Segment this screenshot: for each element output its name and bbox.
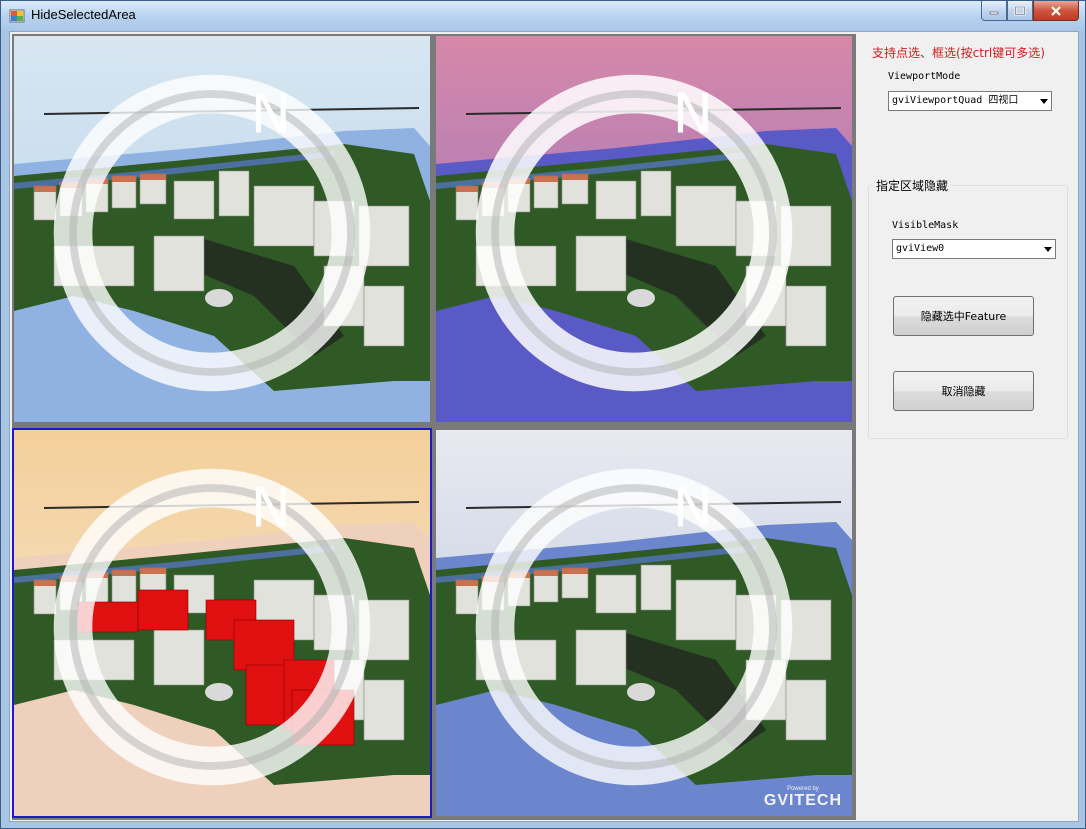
viewport-1[interactable]: N (434, 34, 854, 424)
dropdown-arrow-icon (1044, 247, 1052, 252)
app-window: HideSelectedArea N N N N Powered by GVIT… (0, 0, 1086, 829)
compass-icon[interactable]: N (12, 40, 420, 424)
hide-area-group-title: 指定区域隐藏 (873, 177, 952, 194)
selection-hint: 支持点选、框选(按ctrl键可多选) (872, 46, 1045, 60)
svg-text:N: N (673, 83, 713, 146)
viewport-mode-value: gviViewportQuad 四视口 (892, 95, 1019, 106)
minimize-button[interactable] (981, 1, 1007, 21)
close-icon (1051, 5, 1061, 16)
svg-text:N: N (251, 83, 291, 146)
title-bar[interactable]: HideSelectedArea (1, 1, 1085, 31)
maximize-icon (1014, 5, 1026, 15)
minimize-icon (989, 11, 999, 14)
viewport-mode-select[interactable]: gviViewportQuad 四视口 (888, 91, 1052, 111)
viewport-3[interactable]: N Powered by GVITECH (434, 428, 854, 818)
svg-text:N: N (673, 477, 713, 540)
cancel-hide-button[interactable]: 取消隐藏 (893, 371, 1034, 411)
app-icon (9, 9, 25, 23)
window-title: HideSelectedArea (31, 7, 136, 22)
compass-icon[interactable]: N (434, 40, 842, 424)
viewport-0[interactable]: N (12, 34, 432, 424)
control-panel: 支持点选、框选(按ctrl键可多选) ViewportMode gviViewp… (864, 32, 1078, 822)
svg-text:N: N (251, 477, 291, 540)
close-button[interactable] (1033, 1, 1079, 21)
visible-mask-select[interactable]: gviView0 (892, 239, 1056, 259)
compass-icon[interactable]: N (434, 434, 842, 818)
viewport-mode-label: ViewportMode (888, 71, 961, 82)
visible-mask-value: gviView0 (896, 243, 945, 254)
caption-buttons (981, 1, 1079, 21)
brand-name: GVITECH (763, 792, 842, 809)
visible-mask-label: VisibleMask (892, 220, 959, 231)
client-area: N N N N Powered by GVITECH 支持点选、框选(按ctrl… (9, 31, 1079, 822)
viewport-2[interactable]: N (12, 428, 432, 818)
dropdown-arrow-icon (1040, 99, 1048, 104)
hide-selected-feature-button[interactable]: 隐藏选中Feature (893, 296, 1034, 336)
brand-logo: Powered by GVITECH (764, 786, 842, 810)
hide-area-group: 指定区域隐藏 VisibleMask gviView0 隐藏选中Feature … (868, 177, 1068, 439)
viewport-area: N N N N Powered by GVITECH (12, 34, 856, 820)
compass-icon[interactable]: N (12, 434, 420, 818)
maximize-button[interactable] (1007, 1, 1033, 21)
